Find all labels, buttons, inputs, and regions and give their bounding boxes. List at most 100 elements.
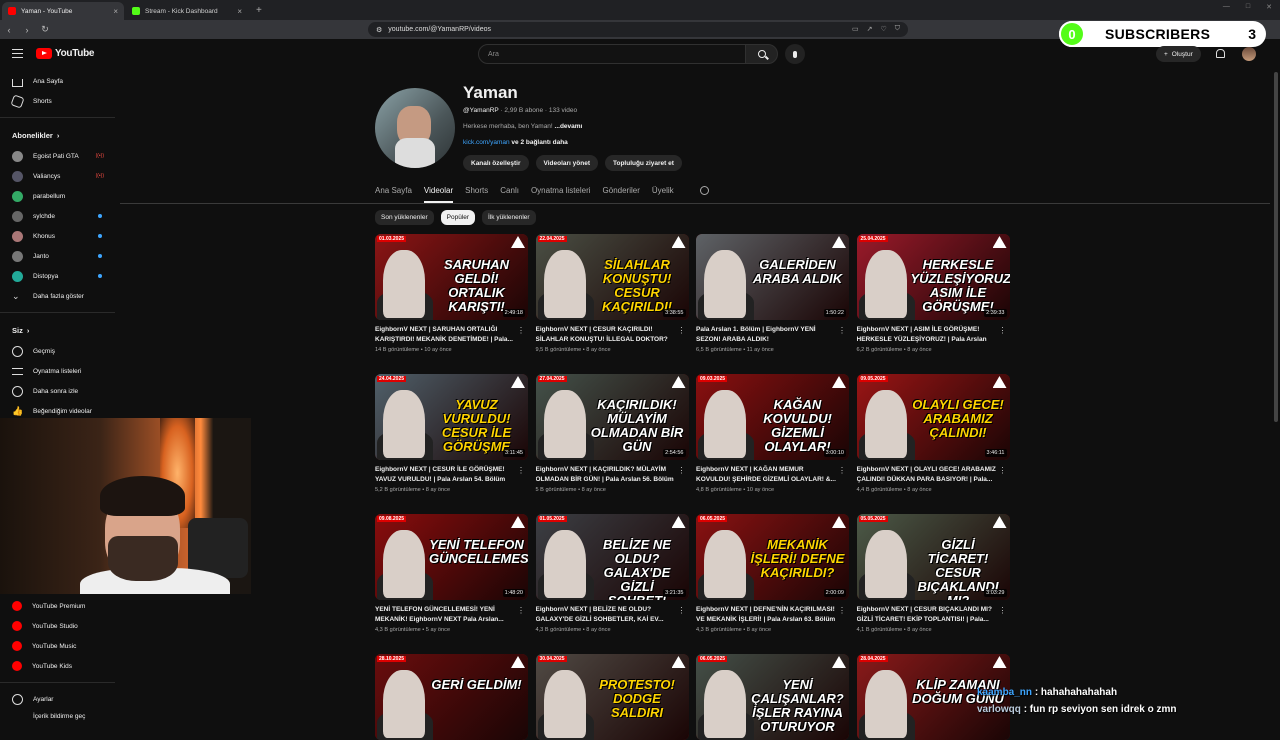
- channel-avatar[interactable]: [375, 88, 455, 168]
- maximize-icon[interactable]: □: [1246, 3, 1250, 11]
- more-actions-icon[interactable]: ⋮: [517, 606, 525, 615]
- forward-icon[interactable]: ›: [18, 25, 36, 35]
- video-thumbnail[interactable]: 27.04.2025 KAÇIRILDIK! MÜLAYİM OLMADAN Bİ…: [535, 374, 689, 460]
- video-thumbnail[interactable]: 09.03.2025 KAĞAN KOVULDU! GİZEMLİ OLAYLAR…: [696, 374, 849, 460]
- video-card[interactable]: 01.05.2025 BELİZE NE OLDU? GALAX'DE GİZLİ…: [535, 514, 689, 633]
- subscription-item[interactable]: Egoist Pati GTA ((•)): [0, 146, 118, 166]
- customize-channel-button[interactable]: Kanalı özelleştir: [463, 155, 529, 171]
- subscription-item[interactable]: Janto: [0, 246, 118, 266]
- video-title[interactable]: EighbornV NEXT | SARUHAN ORTALIĞI KARIŞT…: [375, 325, 515, 344]
- tab-1[interactable]: Videolar: [423, 180, 454, 203]
- sidebar-item-settings[interactable]: Ayarlar: [0, 689, 118, 709]
- more-links[interactable]: ve 2 bağlantı daha: [511, 139, 567, 146]
- kick-link[interactable]: kick.com/yaman: [463, 139, 510, 146]
- shield-icon[interactable]: ⛉: [895, 25, 900, 33]
- share-icon[interactable]: ↗: [867, 25, 873, 33]
- voice-search-button[interactable]: [785, 44, 805, 64]
- you-header[interactable]: Siz ›: [0, 319, 118, 341]
- more-actions-icon[interactable]: ⋮: [517, 326, 525, 335]
- video-thumbnail[interactable]: 30.04.2025 PROTESTO! DODGE SALDIRI: [535, 654, 689, 740]
- reload-icon[interactable]: ↻: [36, 24, 54, 35]
- video-card[interactable]: 30.04.2025 PROTESTO! DODGE SALDIRI: [535, 654, 689, 740]
- video-card[interactable]: 25.04.2025 HERKESLE YÜZLEŞİYORUZ! ASIM İL…: [856, 234, 1010, 353]
- video-card[interactable]: 28.10.2025 GERİ GELDİM!: [375, 654, 528, 740]
- video-thumbnail[interactable]: 09.08.2025 YENİ TELEFON GÜNCELLEMESİ! 1:48…: [375, 514, 528, 600]
- more-actions-icon[interactable]: ⋮: [678, 466, 686, 475]
- more-actions-icon[interactable]: ⋮: [838, 606, 846, 615]
- video-thumbnail[interactable]: 28.10.2025 GERİ GELDİM!: [375, 654, 528, 740]
- channel-links[interactable]: kick.com/yaman ve 2 bağlantı daha: [463, 139, 568, 146]
- menu-icon[interactable]: [12, 49, 23, 58]
- subscription-item[interactable]: parabellum: [0, 186, 118, 206]
- browser-tab-youtube[interactable]: Yaman - YouTube ×: [2, 2, 124, 20]
- show-more-button[interactable]: ⌄ Daha fazla göster: [0, 286, 118, 306]
- video-title[interactable]: EighbornV NEXT | CESUR BIÇAKLANDI MI? Gİ…: [857, 605, 997, 624]
- sidebar-item-shorts[interactable]: Shorts: [0, 91, 118, 111]
- video-title[interactable]: YENİ TELEFON GÜNCELLEMESİ! YENİ MEKANİK!…: [375, 605, 515, 624]
- sidebar-item-premium[interactable]: YouTube Premium: [0, 596, 118, 616]
- video-title[interactable]: EighbornV NEXT | ASIM İLE GÖRÜŞME! HERKE…: [857, 325, 997, 344]
- tab-2[interactable]: Shorts: [465, 180, 488, 203]
- subscription-item[interactable]: Distopya: [0, 266, 118, 286]
- close-window-icon[interactable]: ✕: [1266, 3, 1272, 11]
- tab-5[interactable]: Gönderiler: [603, 180, 640, 203]
- close-tab-icon[interactable]: ×: [237, 7, 242, 16]
- video-title[interactable]: Pala Arslan 1. Bölüm | EighbornV YENİ SE…: [696, 325, 836, 344]
- video-card[interactable]: 09.03.2025 KAĞAN KOVULDU! GİZEMLİ OLAYLAR…: [696, 374, 849, 493]
- sidebar-item-music[interactable]: YouTube Music: [0, 636, 118, 656]
- manage-videos-button[interactable]: Videoları yönet: [535, 155, 598, 171]
- channel-search-icon[interactable]: [700, 186, 709, 195]
- sidebar-item-kids[interactable]: YouTube Kids: [0, 656, 118, 676]
- search-input[interactable]: Ara: [478, 44, 746, 64]
- site-info-icon[interactable]: ⚙: [376, 26, 382, 34]
- browser-tab-kick[interactable]: Stream - Kick Dashboard ×: [126, 2, 248, 20]
- subscription-item[interactable]: sylchde: [0, 206, 118, 226]
- video-thumbnail[interactable]: 09.05.2025 OLAYLI GECE! ARABAMIZ ÇALINDI!…: [856, 374, 1010, 460]
- video-card[interactable]: 06.05.2025 MEKANİK İŞLERİ! DEFNE KAÇIRILD…: [696, 514, 849, 633]
- subscription-item[interactable]: Valiancys ((•)): [0, 166, 118, 186]
- sidebar-item-report[interactable]: İçerik bildirme geç: [0, 709, 118, 723]
- channel-description[interactable]: Herkese merhaba, ben Yaman! ...devamı: [463, 123, 582, 130]
- more-actions-icon[interactable]: ⋮: [999, 466, 1007, 475]
- sort-chip[interactable]: İlk yüklenenler: [482, 210, 536, 225]
- scrollbar[interactable]: [1274, 72, 1278, 422]
- search-button[interactable]: [745, 44, 778, 64]
- more-actions-icon[interactable]: ⋮: [838, 326, 846, 335]
- video-title[interactable]: EighbornV NEXT | KAĞAN MEMUR KOVULDU! ŞE…: [696, 465, 836, 484]
- notifications-icon[interactable]: [1216, 49, 1225, 58]
- more-link[interactable]: ...devamı: [555, 123, 583, 130]
- video-thumbnail[interactable]: GALERİDEN ARABA ALDIK 1:50:22: [696, 234, 849, 320]
- subscriptions-header[interactable]: Abonelikler ›: [0, 124, 118, 146]
- video-title[interactable]: EighbornV NEXT | CESUR KAÇIRILDI! SİLAHL…: [536, 325, 676, 344]
- more-actions-icon[interactable]: ⋮: [999, 606, 1007, 615]
- video-thumbnail[interactable]: 05.05.2025 GİZLİ TİCARET! CESUR BIÇAKLAND…: [856, 514, 1010, 600]
- url-field[interactable]: ⚙ youtube.com/@YamanRP/videos ▭ ↗ ♡ ⛉: [368, 22, 908, 37]
- video-card[interactable]: 24.04.2025 YAVUZ VURULDU! CESUR İLE GÖRÜŞ…: [375, 374, 528, 493]
- bookmark-icon[interactable]: ♡: [880, 25, 886, 33]
- more-actions-icon[interactable]: ⋮: [838, 466, 846, 475]
- video-title[interactable]: EighbornV NEXT | BELİZE NE OLDU? GALAXY'…: [536, 605, 676, 624]
- video-card[interactable]: 05.05.2025 GİZLİ TİCARET! CESUR BIÇAKLAND…: [856, 514, 1010, 633]
- video-card[interactable]: 01.03.2025 SARUHAN GELDİ! ORTALIK KARIŞTI…: [375, 234, 528, 353]
- new-tab-button[interactable]: +: [256, 5, 262, 16]
- video-thumbnail[interactable]: 01.05.2025 BELİZE NE OLDU? GALAX'DE GİZLİ…: [535, 514, 689, 600]
- video-card[interactable]: 27.04.2025 KAÇIRILDIK! MÜLAYİM OLMADAN Bİ…: [535, 374, 689, 493]
- sidebar-item-home[interactable]: Ana Sayfa: [0, 71, 118, 91]
- create-button[interactable]: + Oluştur: [1156, 46, 1201, 62]
- video-card[interactable]: 22.04.2025 SİLAHLAR KONUŞTU! CESUR KAÇIRI…: [535, 234, 689, 353]
- subscription-item[interactable]: Khonus: [0, 226, 118, 246]
- tab-6[interactable]: Üyelik: [652, 180, 674, 203]
- more-actions-icon[interactable]: ⋮: [999, 326, 1007, 335]
- minimize-icon[interactable]: —: [1223, 3, 1230, 11]
- video-thumbnail[interactable]: 01.03.2025 SARUHAN GELDİ! ORTALIK KARIŞTI…: [375, 234, 528, 320]
- screen-icon[interactable]: ▭: [852, 25, 859, 33]
- back-icon[interactable]: ‹: [0, 25, 18, 35]
- video-title[interactable]: EighbornV NEXT | KAÇIRILDIK? MÜLAYİM OLM…: [536, 465, 676, 484]
- sidebar-item-watch-later[interactable]: Daha sonra izle: [0, 381, 118, 401]
- close-tab-icon[interactable]: ×: [113, 7, 118, 16]
- video-card[interactable]: GALERİDEN ARABA ALDIK 1:50:22 Pala Arslan …: [696, 234, 849, 353]
- video-card[interactable]: 09.08.2025 YENİ TELEFON GÜNCELLEMESİ! 1:48…: [375, 514, 528, 633]
- sort-chip[interactable]: Popüler: [440, 210, 476, 225]
- video-card[interactable]: 06.05.2025 YENİ ÇALIŞANLAR? İŞLER RAYINA …: [696, 654, 849, 740]
- more-actions-icon[interactable]: ⋮: [678, 606, 686, 615]
